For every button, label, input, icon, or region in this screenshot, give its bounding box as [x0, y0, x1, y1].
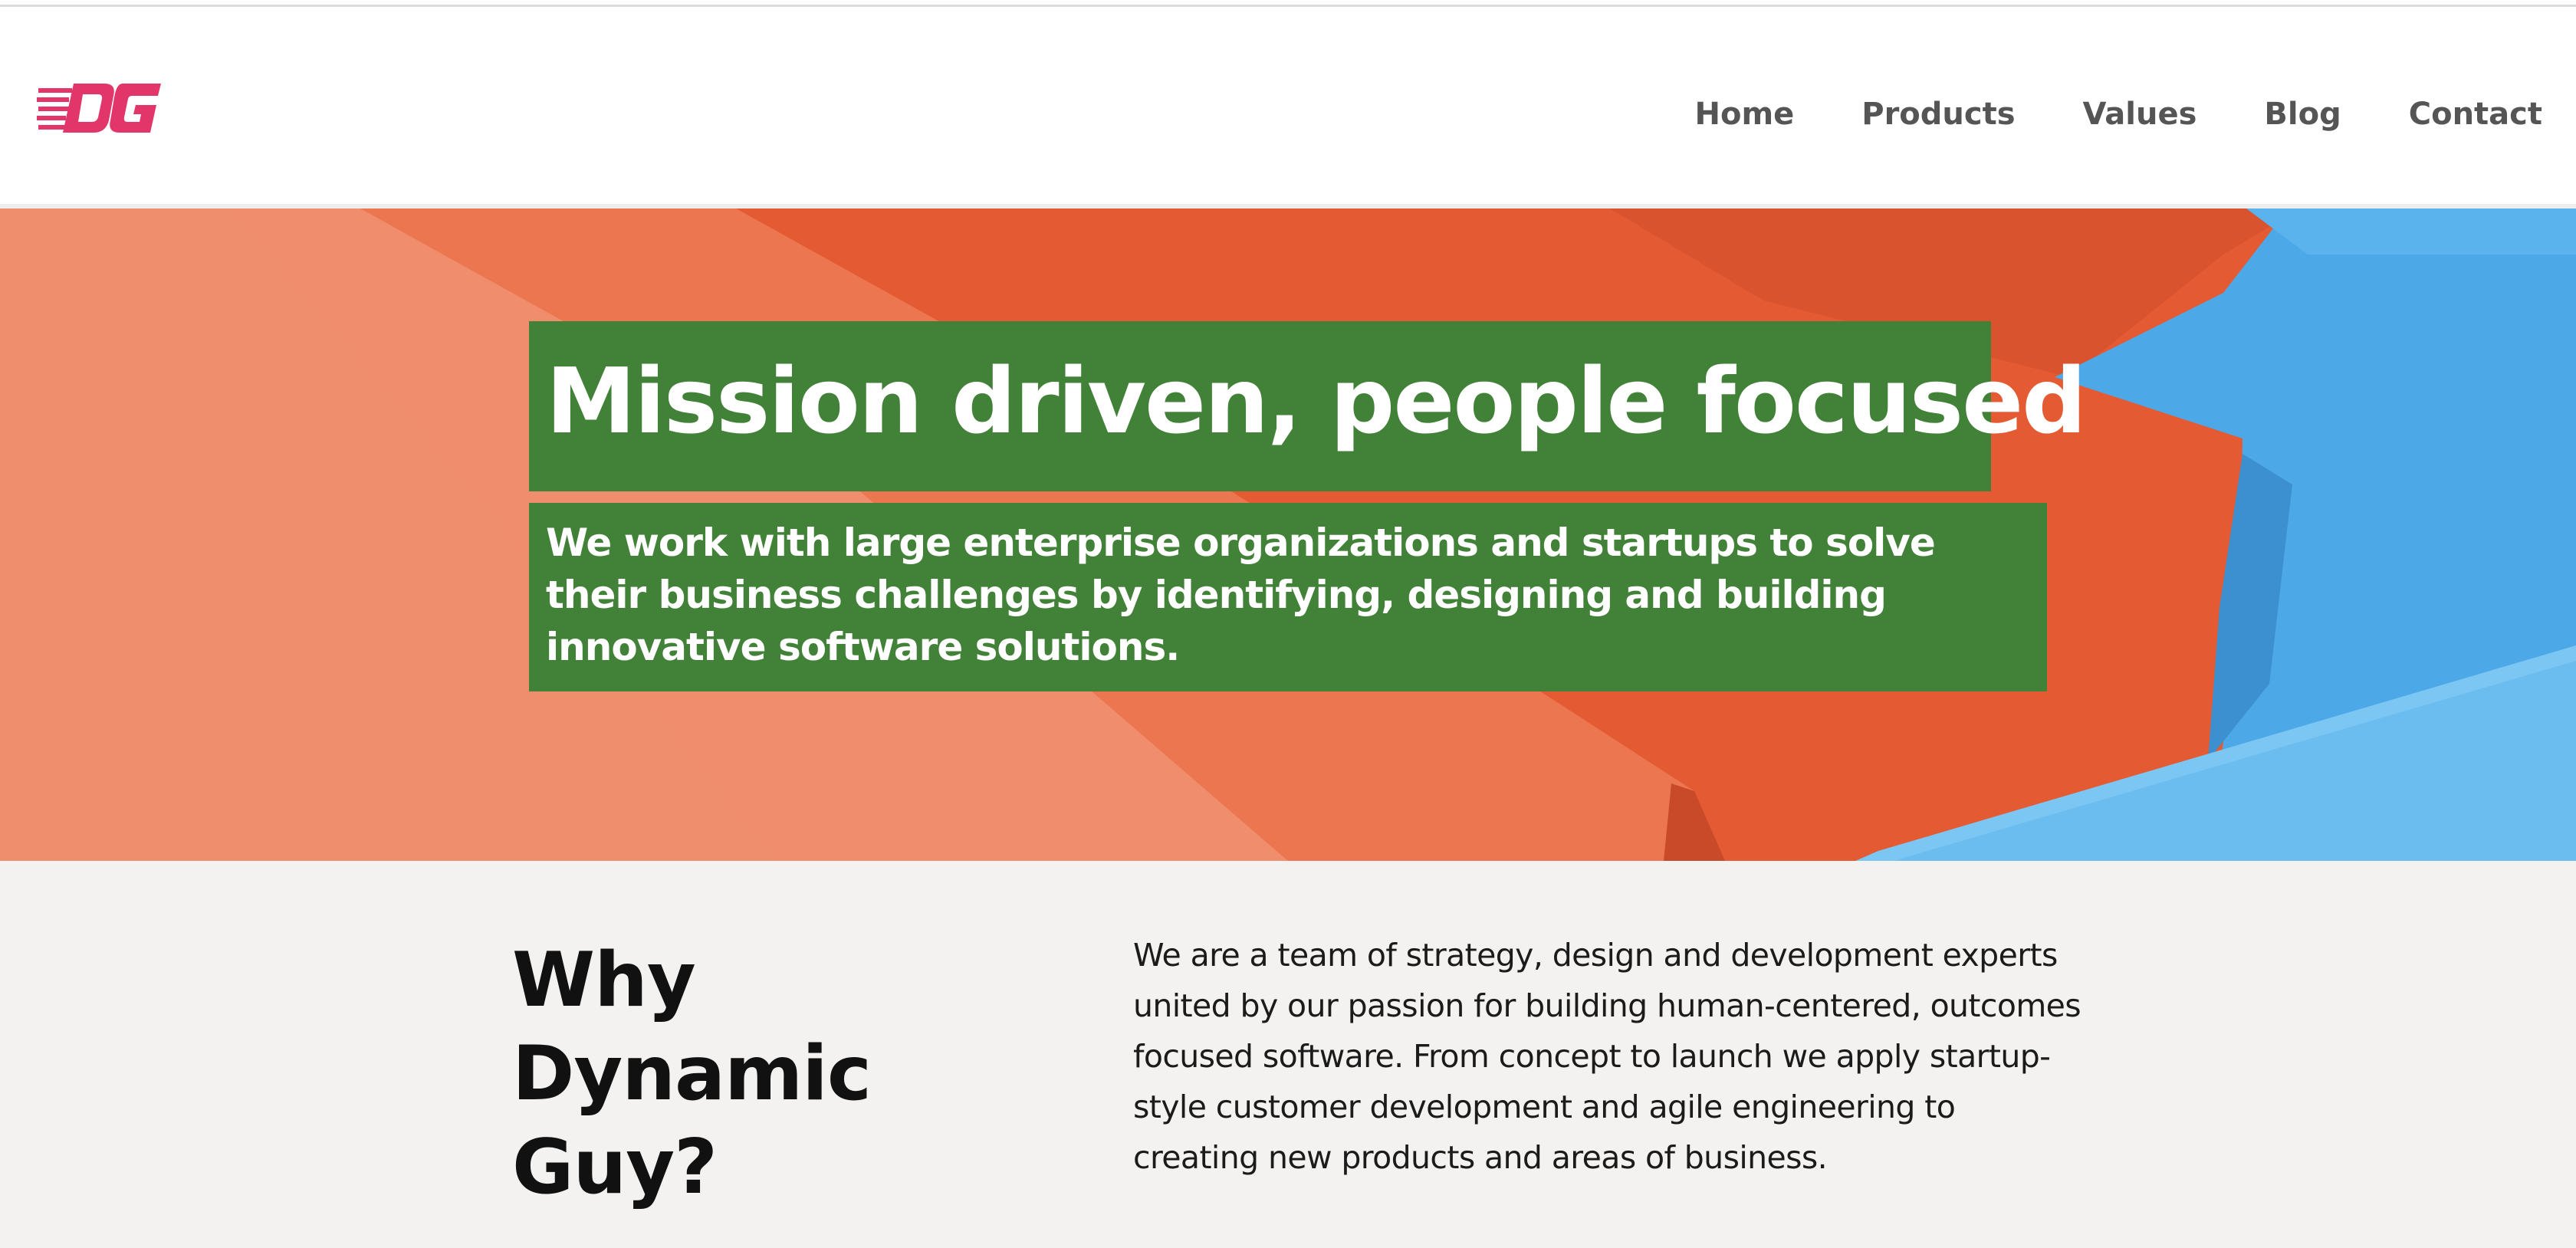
dg-logo-icon [37, 84, 161, 133]
hero-title-box: Mission driven, people focused [529, 321, 2087, 491]
site-header: Home Products Values Blog Contact [0, 7, 2576, 209]
brand-logo[interactable] [37, 77, 164, 139]
hero-subtitle: We work with large enterprise organizati… [546, 521, 1936, 669]
hero-title: Mission driven, people focused [546, 348, 2087, 454]
nav-home[interactable]: Home [1694, 97, 1794, 132]
main-nav: Home Products Values Blog Contact [1694, 77, 2542, 151]
hero-subtitle-box: We work with large enterprise organizati… [529, 503, 2047, 691]
why-heading: Why Dynamic Guy? [512, 937, 872, 1211]
nav-values[interactable]: Values [2083, 97, 2197, 132]
why-body-text: We are a team of strategy, design and de… [1133, 937, 2082, 1176]
nav-blog[interactable]: Blog [2264, 97, 2341, 132]
nav-products[interactable]: Products [1861, 97, 2015, 132]
why-section: Why Dynamic Guy? We are a team of strate… [0, 861, 2576, 1248]
nav-contact[interactable]: Contact [2409, 97, 2542, 132]
hero-banner: Mission driven, people focused We work w… [0, 209, 2576, 861]
